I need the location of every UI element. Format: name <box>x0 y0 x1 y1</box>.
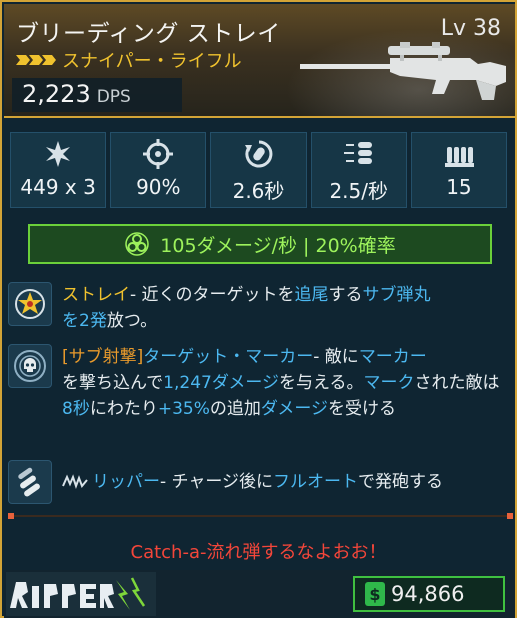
perk-text-fragment: で発砲する <box>358 472 444 492</box>
accuracy-crosshair-icon <box>143 139 174 169</box>
weapon-name: ブリーディング ストレイ <box>16 21 281 47</box>
perk-text-fragment: された敵は <box>414 373 500 393</box>
reload-icon <box>244 140 272 168</box>
sniper-rifle-icon <box>300 42 506 100</box>
stat-damage: 449 x 3 <box>10 132 107 208</box>
stats-row: 449 x 3 90% 2.6秒 2.5/秒 15 <box>10 132 508 208</box>
flavor-text: Catch-a-流れ弾するなよおお！ <box>130 542 387 563</box>
stat-magazine: 15 <box>410 132 508 208</box>
stat-magazine-value: 15 <box>446 175 472 199</box>
perk-text-fragment: の追加 <box>209 399 261 419</box>
svg-text:$: $ <box>369 585 380 604</box>
ripper-manufacturer-logo <box>6 572 156 616</box>
price-value: 94,866 <box>391 582 465 606</box>
perk-keyword: マーカー <box>358 347 427 367</box>
perk-target-marker-text: [サブ射撃]ターゲット・マーカー- 敵にマーカー を撃ち込んで1,247ダメージを… <box>62 344 508 422</box>
perk-text-fragment: を与える。 <box>278 373 364 393</box>
element-effect-bar: 105ダメージ/秒 | 20%確率 <box>28 224 492 264</box>
perk-stray: ストレイ- 近くのターゲットを追尾するサブ弾丸を2発放つ。 <box>8 282 508 334</box>
magazine-ammo-icon <box>444 147 474 167</box>
stat-accuracy: 90% <box>110 132 207 208</box>
price-box: $ 94,866 <box>353 576 505 612</box>
dps-value: 2,223 <box>22 80 91 108</box>
stat-accuracy-value: 90% <box>136 175 181 199</box>
perk-text-fragment: - 近くのターゲットを <box>130 285 295 305</box>
rarity-chevron-icon <box>16 55 56 65</box>
perk-name-ripper: リッパー <box>92 472 160 492</box>
perk-text-fragment: にわたり <box>89 399 158 419</box>
star-target-icon <box>15 289 45 319</box>
perk-keyword: 8秒 <box>62 399 90 419</box>
perk-text-fragment: を受ける <box>328 399 397 419</box>
weapon-type: スナイパー・ライフル <box>62 51 242 72</box>
perk-ripper-text: リッパー- チャージ後にフルオートで発砲する <box>62 460 508 504</box>
element-effect-text: 105ダメージ/秒 | 20%確率 <box>160 234 396 257</box>
perk-stray-text: ストレイ- 近くのターゲットを追尾するサブ弾丸を2発放つ。 <box>62 282 508 334</box>
perk-keyword: 1,247ダメージ <box>163 373 279 393</box>
dps-box: 2,223 DPS <box>12 78 182 112</box>
perk-icon-wrapper <box>8 460 52 504</box>
perk-text-fragment: を撃ち込んで <box>62 373 164 393</box>
perk-ripper: リッパー- チャージ後にフルオートで発砲する <box>8 460 508 504</box>
damage-icon <box>46 141 71 167</box>
stat-damage-value: 449 x 3 <box>20 175 96 199</box>
perk-tag-alt-fire: [サブ射撃] <box>62 347 144 367</box>
weapon-level: Lv 38 <box>440 16 501 41</box>
perk-name-stray: ストレイ <box>62 285 130 305</box>
fire-rate-icon <box>343 142 372 164</box>
perk-target-marker: [サブ射撃]ターゲット・マーカー- 敵にマーカー を撃ち込んで1,247ダメージを… <box>8 344 508 422</box>
weapon-header: ブリーディング ストレイ Lv 38 スナイパー・ライフル 2,223 DPS <box>4 4 515 118</box>
stat-fire-rate: 2.5/秒 <box>310 132 407 208</box>
perk-name-target-marker: ターゲット・マーカー <box>143 347 314 367</box>
perk-keyword: サブ弾丸 <box>362 285 431 305</box>
card-footer: $ 94,866 <box>4 570 515 618</box>
perk-keyword: フルオート <box>273 472 359 492</box>
dollar-icon: $ <box>365 582 385 606</box>
skull-target-icon <box>14 350 46 382</box>
perk-keyword: マーク <box>363 373 415 393</box>
rarity-row: スナイパー・ライフル <box>16 48 242 72</box>
perk-keyword: ダメージ <box>260 399 329 419</box>
stat-reload: 2.6秒 <box>210 132 307 208</box>
perk-text-fragment: する <box>328 285 363 305</box>
weapon-card: ブリーディング ストレイ Lv 38 スナイパー・ライフル 2,223 DPS <box>0 0 517 618</box>
perk-text-fragment: 放つ。 <box>106 311 158 331</box>
dps-unit: DPS <box>96 87 131 107</box>
perk-keyword: +35% <box>157 399 210 419</box>
perk-keyword: 追尾 <box>294 285 329 305</box>
bullets-icon <box>18 467 40 497</box>
ripper-manufacturer-icon <box>62 474 88 489</box>
stat-reload-value: 2.6秒 <box>232 179 285 203</box>
perk-keyword: を2発 <box>62 311 107 331</box>
corrosive-biohazard-icon <box>125 232 150 256</box>
flavor-divider <box>8 513 513 519</box>
perk-text-fragment: - 敵に <box>313 347 359 367</box>
perk-icon-wrapper <box>8 282 52 326</box>
perk-icon-wrapper <box>8 344 52 388</box>
stat-fire-rate-value: 2.5/秒 <box>329 179 388 203</box>
perk-text-fragment: - チャージ後に <box>160 472 274 492</box>
